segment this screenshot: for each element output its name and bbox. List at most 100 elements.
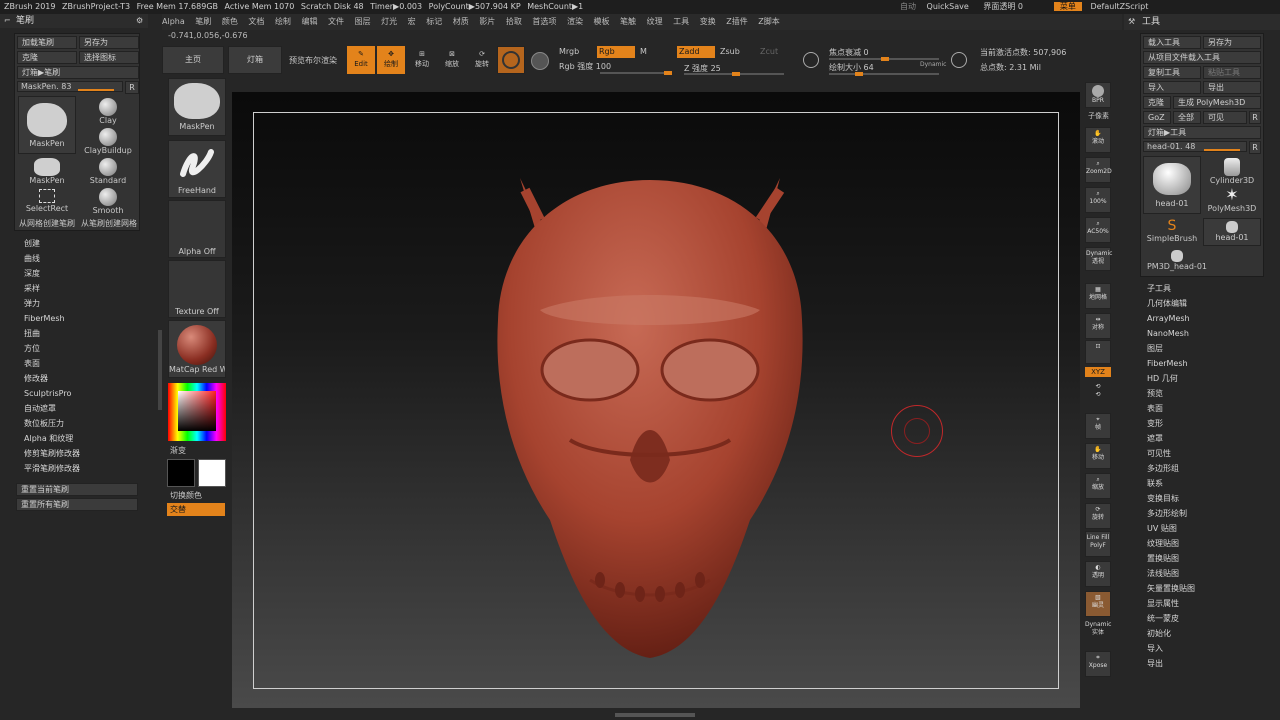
menu-file[interactable]: 文件 [328,14,344,30]
copy-tool-button[interactable]: 复制工具 [1143,66,1201,79]
tool-section-vector-displacement[interactable]: 矢量置换贴图 [1147,581,1195,596]
tool-section-polypaint[interactable]: 多边形绘制 [1147,506,1187,521]
tool-section-contact[interactable]: 联系 [1147,476,1163,491]
goz-visible-button[interactable]: 可见 [1203,111,1247,124]
menu-material[interactable]: 材质 [453,14,469,30]
tool-section-unified-skin[interactable]: 统一蒙皮 [1147,611,1179,626]
shelf-stroke-button[interactable]: FreeHand [168,140,226,198]
solo-button[interactable]: Dynamic 实体 [1085,619,1111,645]
left-panel-scrollbar[interactable] [158,330,162,410]
tool-section-normal-map[interactable]: 法线贴图 [1147,566,1179,581]
color-picker-square[interactable] [178,391,216,431]
brush-section-tablet-pressure[interactable]: 数位板压力 [24,416,64,431]
menu-macro[interactable]: 宏 [408,14,416,30]
reset-all-brushes-button[interactable]: 重置所有笔刷 [16,498,138,511]
tool-section-surface[interactable]: 表面 [1147,401,1163,416]
menu-marker[interactable]: 标记 [426,14,442,30]
brush-lightbox-button[interactable]: 灯箱▶笔刷 [17,66,139,79]
scale-button[interactable]: ⊠ 缩放 [438,46,466,74]
menu-texture[interactable]: 纹理 [647,14,663,30]
make-polymesh3d-button[interactable]: 生成 PolyMesh3D [1173,96,1261,109]
actual-size-button[interactable]: ⌕ 100% [1085,187,1111,213]
home-button[interactable]: 主页 [162,46,224,74]
preview-boolean-render-button[interactable]: 预览布尔渲染 [289,55,337,66]
menu-layer[interactable]: 图层 [355,14,371,30]
shelf-texture-button[interactable]: Texture Off [168,260,226,318]
import-tool-button[interactable]: 导入 [1143,81,1201,94]
rotate-button[interactable]: ⟳ 旋转 [468,46,496,74]
scale-view-button[interactable]: ⌕ 缩放 [1085,473,1111,499]
load-from-project-button[interactable]: 从项目文件载入工具 [1143,51,1261,64]
main-color-swatch[interactable] [198,459,226,487]
tool-thumb-simplebrush[interactable]: S SimpleBrush [1143,218,1201,246]
menu-edit[interactable]: 编辑 [301,14,317,30]
ghost-button[interactable]: ▧ 幽灵 [1085,591,1111,617]
load-brush-button[interactable]: 加载笔刷 [17,36,77,49]
spix-label[interactable]: 子像素 [1088,111,1109,121]
zadd-button[interactable]: Zadd [677,46,715,58]
draw-mode-sphere-icon[interactable] [531,52,549,70]
menu-render[interactable]: 渲染 [567,14,583,30]
z-intensity-track[interactable] [684,72,784,76]
tool-thumb-pm3d-head[interactable]: PM3D_head-01 [1143,248,1211,276]
brush-thumb-smooth[interactable]: Smooth [79,186,137,215]
brush-r-button[interactable]: R [125,81,139,94]
create-brush-from-mesh-button[interactable]: 从网格创建笔刷 [19,218,75,229]
brush-section-alpha-texture[interactable]: Alpha 和纹理 [24,431,73,446]
xpose-button[interactable]: ⌗ Xpose [1085,651,1111,677]
brush-section-orientation[interactable]: 方位 [24,341,40,356]
goz-button[interactable]: GoZ [1143,111,1171,124]
menu-stencil[interactable]: 模板 [594,14,610,30]
tool-section-masking[interactable]: 遮罩 [1147,431,1163,446]
color-picker[interactable] [168,383,226,441]
menu-transform[interactable]: 变换 [700,14,716,30]
symmetry-button[interactable]: ⇹ 对称 [1085,313,1111,339]
menu-preferences[interactable]: 首选项 [532,14,556,30]
shelf-material-button[interactable]: MatCap Red Wax [168,320,226,378]
tool-section-displacement-map[interactable]: 置换贴图 [1147,551,1179,566]
draw-size-slider[interactable]: 绘制大小 64 [829,62,874,73]
brush-section-sample[interactable]: 采样 [24,281,40,296]
sdiv-icon[interactable] [803,52,819,68]
goz-r-button[interactable]: R [1249,111,1261,124]
tool-slider[interactable]: head-01. 48 [1143,141,1247,152]
lightbox-button[interactable]: 灯箱 [228,46,282,74]
menu-stroke[interactable]: 笔触 [620,14,636,30]
tool-section-geometry[interactable]: 几何体编辑 [1147,296,1187,311]
quicksave-button[interactable]: QuickSave [927,2,969,11]
tool-section-preview[interactable]: 预览 [1147,386,1163,401]
script-name[interactable]: DefaultZScript [1090,2,1148,11]
menu-color[interactable]: 颜色 [222,14,238,30]
tool-section-import[interactable]: 导入 [1147,641,1163,656]
head-model[interactable] [480,160,820,670]
transparency-button[interactable]: ◐ 透明 [1085,561,1111,587]
tool-section-deformation[interactable]: 变形 [1147,416,1163,431]
brush-section-surface[interactable]: 表面 [24,356,40,371]
local-button[interactable]: ⊡ [1085,340,1111,364]
clone-tool-button[interactable]: 克隆 [1143,96,1171,109]
tool-section-nanomesh[interactable]: NanoMesh [1147,326,1189,341]
focal-shift-slider[interactable]: 焦点衰减 0 [829,47,869,58]
goz-all-button[interactable]: 全部 [1173,111,1201,124]
maskpen-slider[interactable]: MaskPen. 83 [17,81,123,92]
focal-shift-track[interactable] [829,57,939,61]
brush-thumb-claybuildup[interactable]: ClayBuildup [79,126,137,155]
rgb-intensity-slider[interactable]: Rgb 强度 100 [559,61,611,72]
rotate-view-button[interactable]: ⟳ 旋转 [1085,503,1111,529]
load-tool-button[interactable]: 载入工具 [1143,36,1201,49]
tool-section-morph-target[interactable]: 变换目标 [1147,491,1179,506]
gradient-label[interactable]: 渐变 [170,445,186,456]
tool-section-arraymesh[interactable]: ArrayMesh [1147,311,1190,326]
secondary-color-swatch[interactable] [167,459,195,487]
tool-section-initialize[interactable]: 初始化 [1147,626,1171,641]
bottom-shelf-toggle[interactable] [615,713,695,717]
brush-section-twist[interactable]: 扭曲 [24,326,40,341]
zcut-button[interactable]: Zcut [760,47,778,56]
export-tool-button[interactable]: 导出 [1203,81,1261,94]
menu-alpha[interactable]: Alpha [162,14,185,30]
brush-thumb-maskpen[interactable]: MaskPen [18,96,76,154]
mrgb-button[interactable]: Mrgb [559,47,579,56]
gear-icon[interactable]: ⚙ [136,14,143,28]
select-icon-button[interactable]: 选择图标 [79,51,139,64]
tool-section-fibermesh[interactable]: FiberMesh [1147,356,1188,371]
